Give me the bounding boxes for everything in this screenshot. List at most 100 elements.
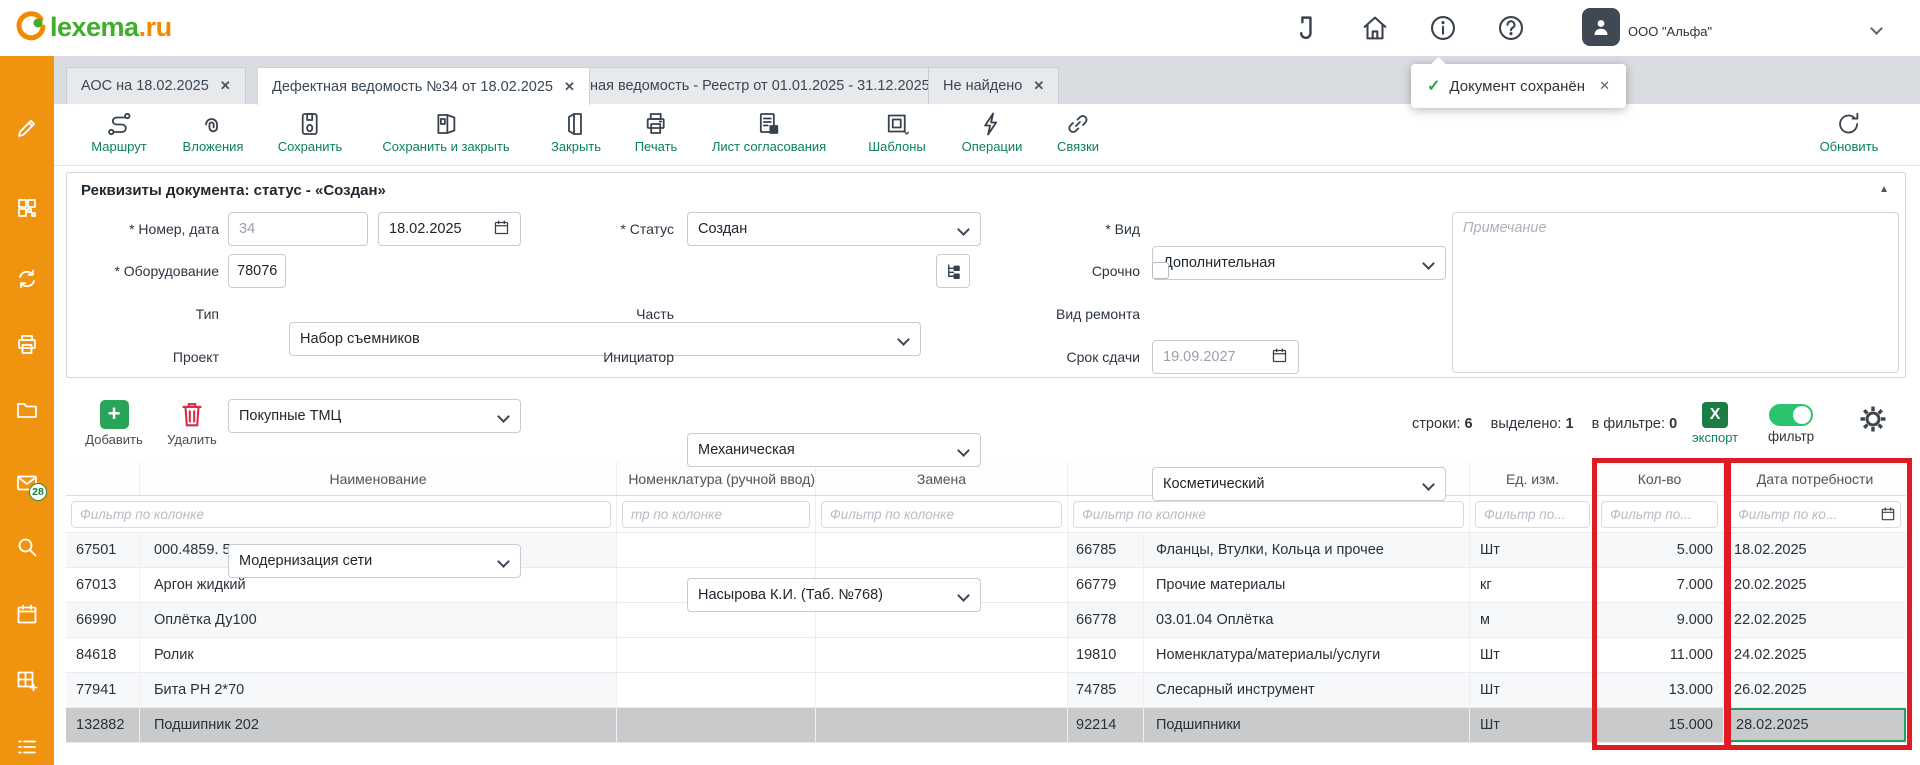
chevron-down-icon (897, 333, 910, 346)
calendar-icon[interactable] (493, 219, 510, 240)
edit-icon[interactable] (15, 116, 39, 140)
print-button[interactable]: Печать (635, 111, 678, 154)
vid-select[interactable]: Дополнительная (1152, 246, 1446, 280)
repair-type-value: Косметический (1163, 476, 1264, 492)
urgent-checkbox[interactable] (1152, 262, 1169, 279)
equipment-code-input[interactable] (237, 263, 277, 279)
equipment-code-field[interactable] (228, 254, 286, 288)
printer-icon (643, 111, 669, 137)
active-cell[interactable]: 28.02.2025 (1724, 708, 1906, 742)
toast-close-icon[interactable]: ✕ (1599, 78, 1610, 94)
filter-replace-input[interactable] (821, 501, 1062, 528)
user-avatar[interactable] (1582, 8, 1620, 46)
filter-nomenclature-input[interactable] (622, 501, 810, 528)
close-button[interactable]: Закрыть (551, 111, 601, 154)
table-row[interactable]: 77941 Бита PH 2*70 74785 Слесарный инстр… (66, 673, 1906, 708)
home-icon[interactable] (1360, 13, 1390, 43)
part-select[interactable]: Механическая (687, 433, 981, 467)
project-select[interactable]: Модернизация сети (228, 544, 521, 578)
list-icon[interactable] (15, 735, 39, 759)
mail-icon[interactable]: 28 (15, 471, 39, 495)
table-add-icon[interactable] (15, 669, 39, 693)
operations-button[interactable]: Операции (962, 111, 1023, 154)
filter-name-input[interactable] (71, 501, 611, 528)
button-label: Добавить (85, 432, 142, 447)
note-textarea[interactable] (1452, 212, 1899, 373)
printer-icon[interactable] (15, 333, 39, 357)
table-row[interactable]: 84618 Ролик 19810 Номенклатура/материалы… (66, 638, 1906, 673)
button-label: экспорт (1692, 430, 1738, 445)
repair-type-select[interactable]: Косметический (1152, 467, 1446, 501)
header-date[interactable]: Дата потребности (1724, 462, 1906, 495)
save-and-close-button[interactable]: Сохранить и закрыть (382, 111, 509, 154)
tab-aoc[interactable]: АОС на 18.02.2025 ✕ (66, 67, 246, 104)
add-row-button[interactable]: + Добавить (74, 400, 154, 447)
sync-icon[interactable] (15, 267, 39, 291)
tab-registry[interactable]: Дефектная ведомость - Реестр от 01.01.20… (524, 67, 967, 104)
status-select[interactable]: Создан (687, 212, 981, 246)
links-button[interactable]: Связки (1057, 111, 1099, 154)
folder-icon[interactable] (15, 398, 39, 422)
document-toolbar: Маршрут Вложения Сохранить Сохранить и з… (54, 104, 1920, 166)
help-icon[interactable] (1496, 13, 1526, 43)
date-field[interactable] (378, 212, 521, 246)
delete-row-button[interactable]: Удалить (152, 400, 232, 447)
calendar-icon[interactable] (15, 602, 39, 626)
filter-unit-input[interactable] (1475, 501, 1590, 528)
button-label: Шаблоны (868, 139, 926, 154)
collapse-panel-icon[interactable]: ▲ (1879, 184, 1889, 195)
approval-sheet-button[interactable]: Лист согласования (712, 111, 826, 154)
lexema-logo[interactable]: lexema.ru (14, 10, 172, 44)
filter-toggle[interactable] (1769, 404, 1813, 426)
header-unit[interactable]: Ед. изм. (1470, 462, 1596, 495)
grid-stats: строки: 6 выделено: 1 в фильтре: 0 (1412, 416, 1677, 432)
table-header-row: Наименование Номенклатура (ручной ввод) … (66, 462, 1906, 496)
tab-close-icon[interactable]: ✕ (564, 79, 575, 95)
selected-count-value: 1 (1565, 416, 1573, 432)
type-select[interactable]: Покупные ТМЦ (228, 399, 521, 433)
tab-close-icon[interactable]: ✕ (1033, 78, 1044, 94)
filter-group-input[interactable] (1073, 501, 1464, 528)
grid-settings-gear-icon[interactable] (1858, 404, 1888, 434)
refresh-button[interactable]: Обновить (1820, 111, 1879, 154)
number-input[interactable] (239, 221, 357, 237)
save-button[interactable]: Сохранить (278, 111, 343, 154)
filter-toggle-group: фильтр (1768, 404, 1814, 444)
header-id[interactable] (66, 462, 140, 495)
route-button[interactable]: Маршрут (91, 111, 146, 154)
templates-button[interactable]: Шаблоны (868, 111, 926, 154)
equipment-tree-button[interactable] (936, 254, 970, 288)
attachments-button[interactable]: Вложения (183, 111, 244, 154)
logo-text-suffix: .ru (139, 12, 172, 42)
calendar-icon[interactable] (1271, 347, 1288, 368)
table-row-selected[interactable]: 132882 Подшипник 202 92214 Подшипники Шт… (66, 708, 1906, 743)
header-qty[interactable]: Кол-во (1596, 462, 1724, 495)
table-row[interactable]: 66990 Оплётка Ду100 66778 03.01.04 Оплёт… (66, 603, 1906, 638)
number-field[interactable] (228, 212, 368, 246)
tab-close-icon[interactable]: ✕ (220, 78, 231, 94)
calendar-icon[interactable] (1880, 506, 1896, 522)
tab-label: Не найдено (943, 78, 1022, 94)
info-icon[interactable] (1428, 13, 1458, 43)
top-bar: lexema.ru ООО "Альфа" (0, 0, 1920, 56)
due-date-input[interactable] (1163, 349, 1255, 365)
journal-icon[interactable] (1292, 13, 1322, 43)
paperclip-icon (200, 111, 226, 137)
button-label: Печать (635, 139, 678, 154)
chevron-down-icon[interactable] (1872, 20, 1881, 38)
tab-not-found[interactable]: Не найдено ✕ (928, 67, 1059, 104)
part-label: Часть (547, 297, 674, 331)
due-date-field[interactable] (1152, 340, 1299, 374)
header-name[interactable]: Наименование (140, 462, 617, 495)
tab-defect-statement[interactable]: Дефектная ведомость №34 от 18.02.2025 ✕ (257, 67, 590, 105)
date-input[interactable] (389, 221, 481, 237)
initiator-select[interactable]: Насырова К.И. (Таб. №768) (687, 578, 981, 612)
filter-date-input[interactable] (1729, 501, 1901, 528)
search-icon[interactable] (15, 535, 39, 559)
filter-qty-input[interactable] (1601, 501, 1718, 528)
qr-code-icon[interactable] (15, 196, 39, 220)
organization-label: ООО "Альфа" (1628, 24, 1712, 39)
equipment-label: * Оборудование (67, 254, 219, 288)
excel-export-button[interactable]: X экспорт (1692, 402, 1738, 445)
rows-count-value: 6 (1465, 416, 1473, 432)
